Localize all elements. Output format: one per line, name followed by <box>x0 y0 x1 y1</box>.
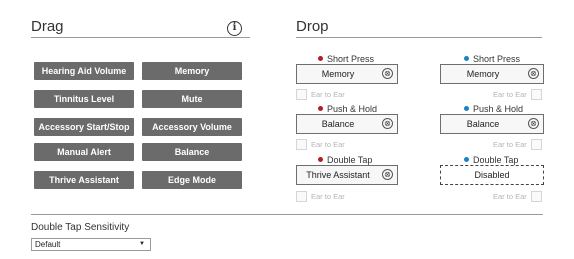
left-double-tap-slot[interactable]: Thrive Assistant ⊗ <box>296 165 398 185</box>
left-double-tap-ear-to-ear-checkbox[interactable] <box>296 191 307 202</box>
left-short-press-ear-to-ear-label: Ear to Ear <box>311 90 345 99</box>
left-short-press-ear-to-ear-checkbox[interactable] <box>296 89 307 100</box>
select-value: Default <box>35 240 61 249</box>
double-tap-sensitivity-label: Double Tap Sensitivity <box>31 222 130 233</box>
double-tap-sensitivity-select[interactable]: Default ▼ <box>31 238 151 251</box>
clear-icon[interactable]: ⊗ <box>382 118 393 129</box>
left-double-tap-label: Double Tap <box>318 155 372 165</box>
drag-item-accessory-start-stop[interactable]: Accessory Start/Stop <box>34 118 134 136</box>
info-icon[interactable]: i <box>227 21 242 36</box>
drag-item-tinnitus-level[interactable]: Tinnitus Level <box>34 90 134 108</box>
left-ear-dot <box>318 56 323 61</box>
drag-item-memory[interactable]: Memory <box>142 62 242 80</box>
left-double-tap-ear-to-ear-label: Ear to Ear <box>311 192 345 201</box>
left-short-press-label: Short Press <box>318 54 374 64</box>
left-push-hold-ear-to-ear-label: Ear to Ear <box>311 140 345 149</box>
clear-icon[interactable]: ⊗ <box>382 169 393 180</box>
left-push-hold-ear-to-ear-checkbox[interactable] <box>296 139 307 150</box>
right-push-hold-ear-to-ear-checkbox[interactable] <box>531 139 542 150</box>
chevron-down-icon: ▼ <box>139 241 145 247</box>
left-short-press-slot[interactable]: Memory ⊗ <box>296 64 398 84</box>
right-double-tap-ear-to-ear-checkbox[interactable] <box>531 191 542 202</box>
right-push-hold-ear-to-ear-label: Ear to Ear <box>493 140 527 149</box>
clear-icon[interactable]: ⊗ <box>528 68 539 79</box>
left-push-hold-slot[interactable]: Balance ⊗ <box>296 114 398 134</box>
right-push-hold-label: Push & Hold <box>464 104 523 114</box>
right-double-tap-slot[interactable]: Disabled <box>440 165 544 185</box>
right-push-hold-slot[interactable]: Balance ⊗ <box>440 114 544 134</box>
right-ear-dot <box>464 157 469 162</box>
drag-item-accessory-volume[interactable]: Accessory Volume <box>142 118 242 136</box>
right-push-hold-value: Balance <box>466 119 500 129</box>
right-double-tap-ear-to-ear-label: Ear to Ear <box>493 192 527 201</box>
drag-item-balance[interactable]: Balance <box>142 143 242 161</box>
right-short-press-label: Short Press <box>464 54 520 64</box>
right-ear-dot <box>464 56 469 61</box>
right-short-press-slot[interactable]: Memory ⊗ <box>440 64 544 84</box>
sensitivity-divider <box>31 214 543 215</box>
right-ear-dot <box>464 106 469 111</box>
left-ear-dot <box>318 157 323 162</box>
right-short-press-value: Memory <box>466 69 500 79</box>
clear-icon[interactable]: ⊗ <box>382 68 393 79</box>
right-double-tap-label: Double Tap <box>464 155 518 165</box>
left-double-tap-value: Thrive Assistant <box>306 170 370 180</box>
left-ear-dot <box>318 106 323 111</box>
right-double-tap-value: Disabled <box>474 170 510 180</box>
clear-icon[interactable]: ⊗ <box>528 118 539 129</box>
left-push-hold-label: Push & Hold <box>318 104 377 114</box>
drag-item-hearing-aid-volume[interactable]: Hearing Aid Volume <box>34 62 134 80</box>
drag-heading: Drag <box>31 18 64 35</box>
left-push-hold-value: Balance <box>321 119 355 129</box>
right-short-press-ear-to-ear-checkbox[interactable] <box>531 89 542 100</box>
left-short-press-value: Memory <box>321 69 355 79</box>
drop-divider <box>296 37 542 38</box>
right-short-press-ear-to-ear-label: Ear to Ear <box>493 90 527 99</box>
drag-item-mute[interactable]: Mute <box>142 90 242 108</box>
drag-item-manual-alert[interactable]: Manual Alert <box>34 143 134 161</box>
drag-item-thrive-assistant[interactable]: Thrive Assistant <box>34 171 134 189</box>
drag-divider <box>31 37 250 38</box>
drop-heading: Drop <box>296 18 329 35</box>
drag-item-edge-mode[interactable]: Edge Mode <box>142 171 242 189</box>
